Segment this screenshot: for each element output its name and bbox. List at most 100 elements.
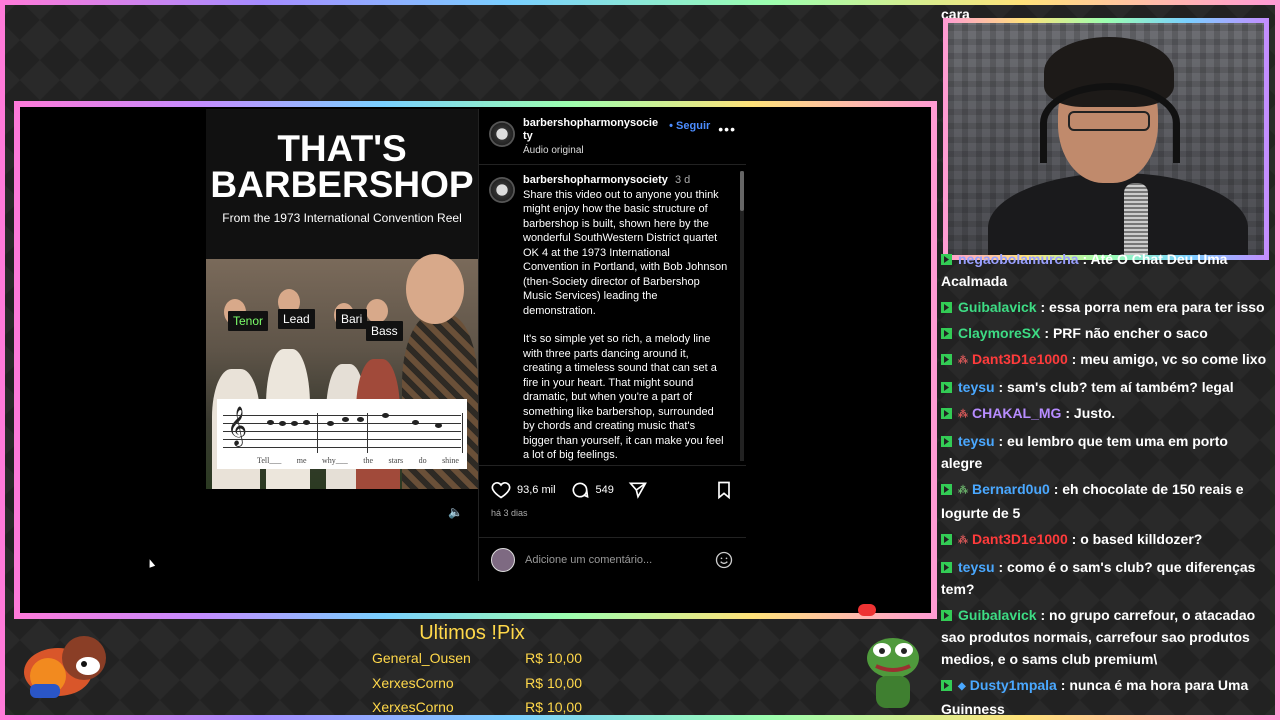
caption-paragraph: It's so simple yet so rich, a melody lin… — [523, 333, 724, 461]
screen-share: THAT'S BARBERSHOP From the 1973 Internat… — [20, 107, 931, 613]
mute-icon[interactable]: 🔈 — [448, 505, 463, 519]
emoji-icon[interactable] — [714, 550, 734, 570]
likes-count[interactable]: 93,6 mil — [517, 484, 556, 496]
staff-line — [223, 439, 461, 440]
chat-username[interactable]: teysu — [958, 379, 995, 395]
chat-text: PRF não encher o saco — [1052, 325, 1208, 341]
music-note — [382, 413, 389, 418]
lyric-word: the — [363, 456, 374, 465]
staff-line — [223, 415, 461, 416]
pix-amount: R$ 10,00 — [525, 674, 582, 691]
audio-label[interactable]: Áudio original — [523, 144, 661, 157]
lyric-word: me — [296, 456, 307, 465]
chat-username[interactable]: teysu — [958, 559, 995, 575]
caption-scrollbar[interactable] — [740, 171, 744, 461]
microphone-icon — [1124, 183, 1148, 255]
chat-text: Justo. — [1073, 405, 1116, 421]
bar-line — [462, 413, 463, 453]
mouse-cursor-icon — [146, 558, 156, 568]
pix-title: Ultimos !Pix — [419, 622, 525, 644]
staff-line — [223, 423, 461, 424]
chat-username[interactable]: Bernard0u0 — [972, 481, 1050, 497]
reel-video[interactable]: THAT'S BARBERSHOP From the 1973 Internat… — [206, 109, 478, 581]
chat-message: teysu : eu lembro que tem uma em porto a… — [941, 433, 1228, 471]
chat-message: teysu : sam's club? tem aí também? legal — [941, 376, 1273, 398]
lyric-word: why___ — [322, 456, 348, 465]
follow-button[interactable]: • Seguir — [669, 120, 710, 132]
lyrics: Tell___ me why___ the stars do shine — [257, 456, 459, 465]
bar-line — [367, 413, 368, 453]
chat-username[interactable]: negaobolamurcha — [958, 251, 1079, 267]
sub-badge-icon: ◆ — [958, 681, 966, 692]
chat-message: ⁂ Dant3D1e1000 : meu amigo, vc so come li… — [941, 348, 1273, 372]
more-options-icon[interactable]: ••• — [718, 121, 736, 137]
mod-badge-icon — [941, 302, 952, 313]
chat-username[interactable]: ClaymoreSX — [958, 325, 1040, 341]
chat-username[interactable]: Guibalavick — [958, 607, 1037, 623]
mod-badge-icon — [941, 436, 952, 447]
video-title: THAT'S BARBERSHOP — [210, 128, 474, 205]
comments-count[interactable]: 549 — [596, 484, 614, 496]
scrollbar-thumb[interactable] — [740, 171, 744, 211]
voice-tag-bari: Bari — [336, 309, 368, 329]
pix-row: XerxesCorno R$ 10,00 — [372, 671, 582, 696]
sub-badge-icon: ⁂ — [958, 409, 968, 420]
post-username[interactable]: barbershopharmonysociety — [523, 117, 661, 143]
video-title-area: THAT'S BARBERSHOP From the 1973 Internat… — [206, 109, 478, 259]
video-subtitle: From the 1973 International Convention R… — [222, 211, 462, 225]
caption-paragraph: Share this video out to anyone you think… — [523, 188, 728, 317]
mod-badge-icon — [941, 484, 952, 495]
post-header: barbershopharmonysociety Áudio original … — [479, 109, 746, 165]
music-note — [267, 420, 274, 425]
bookmark-icon[interactable] — [714, 480, 734, 500]
chat-username[interactable]: teysu — [958, 433, 995, 449]
chat-username[interactable]: Dusty1mpala — [970, 677, 1057, 693]
chat-text: meu amigo, vc so come lixo — [1080, 351, 1267, 367]
chat-message: ⁂ Dant3D1e1000 : o based killdozer? — [941, 528, 1273, 552]
video-letterbox: 🔈 — [206, 489, 478, 581]
pix-donor: XerxesCorno — [372, 674, 454, 691]
share-icon[interactable] — [628, 480, 648, 500]
bar-line — [317, 413, 318, 453]
mascot-character-icon — [18, 628, 118, 700]
lyric-word: shine — [442, 456, 459, 465]
chat-text: o based killdozer? — [1080, 531, 1203, 547]
sub-badge-icon: ⁂ — [958, 485, 968, 496]
heart-icon[interactable] — [491, 480, 511, 500]
notification-dot-icon — [858, 604, 876, 616]
pix-donor: XerxesCorno — [372, 699, 454, 715]
post-actions: 93,6 mil 549 há 3 dias — [479, 465, 746, 518]
comment-box[interactable]: Adicione um comentário... — [479, 537, 746, 581]
music-note — [412, 420, 419, 425]
pepe-frog-icon — [862, 630, 924, 710]
caption-time: 3 d — [674, 174, 691, 186]
webcam-feed — [948, 23, 1264, 255]
mod-badge-icon — [941, 354, 952, 365]
chat-username[interactable]: Dant3D1e1000 — [972, 351, 1068, 367]
account-avatar[interactable] — [489, 121, 515, 147]
mod-badge-icon — [941, 408, 952, 419]
user-avatar — [491, 547, 515, 572]
pix-amount: R$ 10,00 — [525, 650, 582, 666]
webcam-frame — [943, 18, 1269, 260]
pix-list: General_Ousen R$ 10,00 XerxesCorno R$ 10… — [372, 646, 582, 720]
music-note — [291, 421, 298, 426]
music-note — [327, 421, 334, 426]
voice-tag-bass: Bass — [366, 321, 403, 341]
comment-input[interactable]: Adicione um comentário... — [525, 554, 704, 566]
chat-username[interactable]: Guibalavick — [958, 299, 1037, 315]
music-note — [342, 417, 349, 422]
chat-username[interactable]: CHAKAL_MG — [972, 405, 1061, 421]
sheet-music: 𝄞 Tell___ me why___ the stars do shine — [217, 399, 467, 469]
mod-badge-icon — [941, 680, 952, 691]
voice-tag-tenor: Tenor — [228, 311, 269, 331]
caption-avatar[interactable] — [489, 177, 515, 203]
comment-icon[interactable] — [570, 480, 590, 500]
instagram-post-panel: barbershopharmonysociety Áudio original … — [478, 109, 746, 581]
caption-username[interactable]: barbershopharmonysociety — [523, 174, 668, 186]
post-caption: barbershopharmonysociety 3 d Share this … — [479, 165, 746, 465]
singer-head — [366, 299, 388, 323]
mod-badge-icon — [941, 328, 952, 339]
mod-badge-icon — [941, 534, 952, 545]
chat-username[interactable]: Dant3D1e1000 — [972, 531, 1068, 547]
